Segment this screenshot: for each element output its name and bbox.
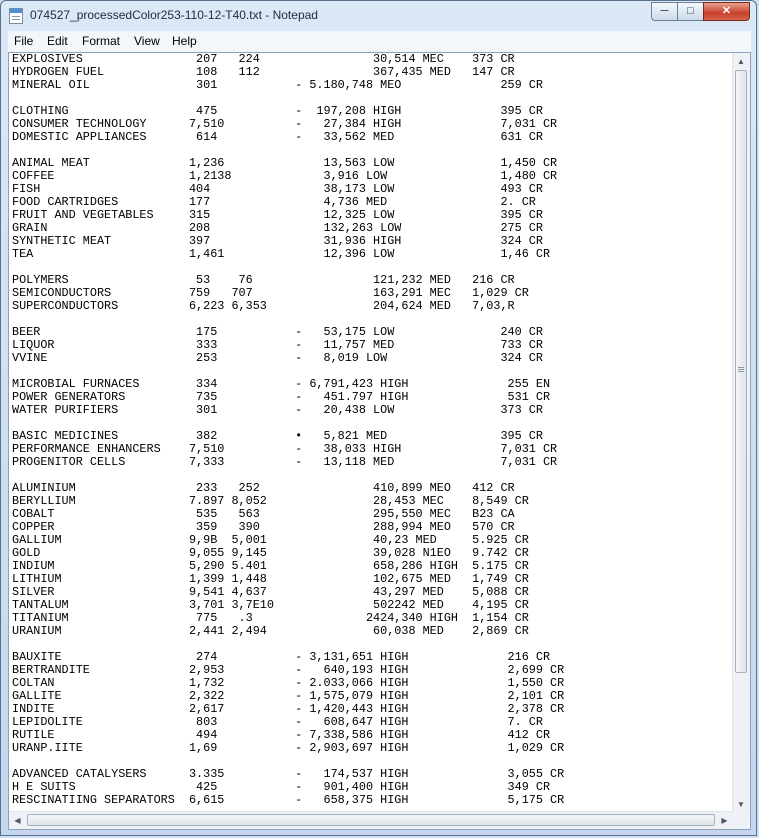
text-line[interactable]: WATER PURIFIERS 301 - 20,438 LOW 373 CR bbox=[12, 403, 543, 417]
text-line[interactable]: URANIUM 2,441 2,494 60,038 MED 2,869 CR bbox=[12, 624, 529, 638]
text-line[interactable]: SILVER 9,541 4,637 43,297 MED 5,088 CR bbox=[12, 585, 529, 599]
text-line[interactable]: ADVANCED CATALYSERS 3.335 - 174,537 HIGH… bbox=[12, 767, 564, 781]
text-line[interactable]: LEPIDOLITE 803 - 608,647 HIGH 7. CR bbox=[12, 715, 543, 729]
text-line[interactable]: LITHIUM 1,399 1,448 102,675 MED 1,749 CR bbox=[12, 572, 529, 586]
document-text[interactable]: EXPLOSIVES 207 224 30,514 MEC 373 CR HYD… bbox=[12, 53, 564, 807]
scroll-right-arrow-icon[interactable]: ▶ bbox=[716, 812, 733, 829]
minimize-button[interactable]: ─ bbox=[651, 2, 678, 21]
text-line[interactable]: COPPER 359 390 288,994 MEO 570 CR bbox=[12, 520, 515, 534]
text-line[interactable]: TITANIUM 775 .3 2424,340 HIGH 1,154 CR bbox=[12, 611, 529, 625]
text-line[interactable]: BEER 175 - 53,175 LOW 240 CR bbox=[12, 325, 543, 339]
text-line[interactable]: SEMICONDUCTORS 759 707 163,291 MEC 1,029… bbox=[12, 286, 529, 300]
title-bar[interactable]: 074527_processedColor253-110-12-T40.txt … bbox=[1, 1, 758, 31]
text-line[interactable]: GALLITE 2,322 - 1,575,079 HIGH 2,101 CR bbox=[12, 689, 564, 703]
text-line[interactable]: SYNTHETIC MEAT 397 31,936 HIGH 324 CR bbox=[12, 234, 543, 248]
text-line[interactable]: GOLD 9,055 9,145 39,028 N1EO 9.742 CR bbox=[12, 546, 529, 560]
text-line[interactable]: BERTRANDITE 2,953 - 640,193 HIGH 2,699 C… bbox=[12, 663, 564, 677]
menu-help[interactable]: Help bbox=[172, 34, 197, 48]
text-line[interactable]: GALLIUM 9,9B 5,001 40,23 MED 5.925 CR bbox=[12, 533, 529, 547]
text-line[interactable]: POLYMERS 53 76 121,232 MED 216 CR bbox=[12, 273, 515, 287]
vertical-scrollbar[interactable]: ▲ ▼ bbox=[732, 53, 750, 813]
scrollbar-corner bbox=[733, 812, 750, 829]
text-line[interactable]: MICROBIAL FURNACES 334 - 6,791,423 HIGH … bbox=[12, 377, 550, 391]
text-line[interactable]: HYDROGEN FUEL 108 112 367,435 MED 147 CR bbox=[12, 65, 515, 79]
text-line[interactable]: BERYLLIUM 7.897 8,052 28,453 MEC 8,549 C… bbox=[12, 494, 529, 508]
text-line[interactable]: INDIUM 5,290 5.401 658,286 HIGH 5.175 CR bbox=[12, 559, 529, 573]
text-line[interactable]: EXPLOSIVES 207 224 30,514 MEC 373 CR bbox=[12, 53, 515, 66]
text-line[interactable]: TANTALUM 3,701 3,7E10 502242 MED 4,195 C… bbox=[12, 598, 529, 612]
scroll-down-arrow-icon[interactable]: ▼ bbox=[733, 796, 749, 813]
minimize-icon: ─ bbox=[660, 5, 669, 17]
text-line[interactable]: DOMESTIC APPLIANCES 614 - 33,562 MED 631… bbox=[12, 130, 543, 144]
text-line[interactable]: H E SUITS 425 - 901,400 HIGH 349 CR bbox=[12, 780, 550, 794]
vertical-scroll-thumb[interactable] bbox=[735, 70, 747, 673]
text-line[interactable]: COFFEE 1,2138 3,916 LOW 1,480 CR bbox=[12, 169, 557, 183]
scroll-left-arrow-icon[interactable]: ◀ bbox=[9, 812, 26, 829]
menu-format[interactable]: Format bbox=[82, 34, 120, 48]
text-editor[interactable]: EXPLOSIVES 207 224 30,514 MEC 373 CR HYD… bbox=[8, 52, 751, 830]
text-line[interactable]: POWER GENERATORS 735 - 451.797 HIGH 531 … bbox=[12, 390, 550, 404]
text-line[interactable]: FISH 404 38,173 LOW 493 CR bbox=[12, 182, 543, 196]
horizontal-scrollbar[interactable]: ◀ ▶ bbox=[9, 811, 733, 829]
text-line[interactable]: SUPERCONDUCTORS 6,223 6,353 204,624 MED … bbox=[12, 299, 515, 313]
text-line[interactable]: BAUXITE 274 - 3,131,651 HIGH 216 CR bbox=[12, 650, 550, 664]
text-line[interactable]: FRUIT AND VEGETABLES 315 12,325 LOW 395 … bbox=[12, 208, 543, 222]
text-line[interactable]: LIQUOR 333 - 11,757 MED 733 CR bbox=[12, 338, 543, 352]
text-line[interactable]: COBALT 535 563 295,550 MEC B23 CA bbox=[12, 507, 515, 521]
maximize-button[interactable]: □ bbox=[677, 2, 704, 21]
menu-view[interactable]: View bbox=[134, 34, 160, 48]
text-line[interactable]: URANP.IITE 1,69 - 2,903,697 HIGH 1,029 C… bbox=[12, 741, 564, 755]
text-line[interactable]: ANIMAL MEAT 1,236 13,563 LOW 1,450 CR bbox=[12, 156, 557, 170]
text-line[interactable]: TEA 1,461 12,396 LOW 1,46 CR bbox=[12, 247, 550, 261]
scroll-grip-icon bbox=[738, 367, 744, 368]
text-line[interactable]: PERFORMANCE ENHANCERS 7,510 - 38,033 HIG… bbox=[12, 442, 557, 456]
close-icon: ✕ bbox=[721, 5, 732, 17]
text-line[interactable]: FOOD CARTRIDGES 177 4,736 MED 2. CR bbox=[12, 195, 536, 209]
text-line[interactable]: PROGENITOR CELLS 7,333 - 13,118 MED 7,03… bbox=[12, 455, 557, 469]
text-line[interactable]: CLOTHING 475 - 197,208 HIGH 395 CR bbox=[12, 104, 543, 118]
notepad-app-icon[interactable] bbox=[9, 8, 23, 24]
close-button[interactable]: ✕ bbox=[703, 2, 750, 21]
notepad-window: 074527_processedColor253-110-12-T40.txt … bbox=[0, 0, 757, 836]
menu-file[interactable]: File bbox=[14, 34, 33, 48]
maximize-icon: □ bbox=[687, 5, 694, 17]
scroll-up-arrow-icon[interactable]: ▲ bbox=[733, 53, 749, 70]
text-line[interactable]: RESCINATIING SEPARATORS 6,615 - 658,375 … bbox=[12, 793, 564, 807]
text-line[interactable]: RUTILE 494 - 7,338,586 HIGH 412 CR bbox=[12, 728, 550, 742]
text-line[interactable]: VVINE 253 - 8,019 LOW 324 CR bbox=[12, 351, 543, 365]
text-line[interactable]: INDITE 2,617 - 1,420,443 HIGH 2,378 CR bbox=[12, 702, 564, 716]
window-title: 074527_processedColor253-110-12-T40.txt … bbox=[30, 8, 318, 22]
menu-bar: File Edit Format View Help bbox=[8, 31, 751, 53]
text-line[interactable]: ALUMINIUM 233 252 410,899 MEO 412 CR bbox=[12, 481, 515, 495]
menu-edit[interactable]: Edit bbox=[47, 34, 68, 48]
text-line[interactable]: CONSUMER TECHNOLOGY 7,510 - 27,384 HIGH … bbox=[12, 117, 557, 131]
text-line[interactable]: MINERAL OIL 301 - 5.180,748 MEO 259 CR bbox=[12, 78, 543, 92]
text-line[interactable]: COLTAN 1,732 - 2.033,066 HIGH 1,550 CR bbox=[12, 676, 564, 690]
text-line[interactable]: BASIC MEDICINES 382 • 5,821 MED 395 CR bbox=[12, 429, 543, 443]
horizontal-scroll-thumb[interactable] bbox=[27, 814, 715, 826]
text-line[interactable]: GRAIN 208 132,263 LOW 275 CR bbox=[12, 221, 543, 235]
